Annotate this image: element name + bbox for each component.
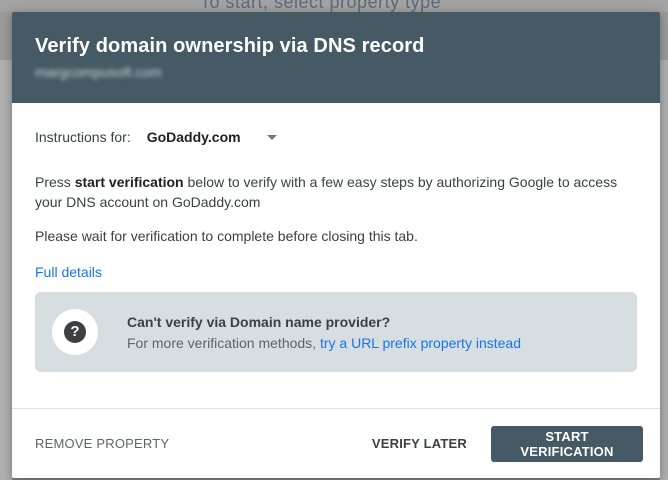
verify-dns-dialog: Verify domain ownership via DNS record m… bbox=[12, 12, 660, 478]
background-left-panel bbox=[0, 60, 12, 480]
help-icon-circle: ? bbox=[52, 309, 98, 355]
dialog-title: Verify domain ownership via DNS record bbox=[35, 35, 425, 57]
provider-selected-value: GoDaddy.com bbox=[146, 129, 241, 145]
instructions-row: Instructions for: GoDaddy.com bbox=[35, 127, 637, 147]
instructions-paragraph: Press start verification below to verify… bbox=[35, 172, 637, 212]
dialog-domain: margcompusoft.com bbox=[35, 64, 162, 80]
background-right-panel bbox=[660, 60, 668, 480]
start-verification-button[interactable]: START VERIFICATION bbox=[491, 425, 643, 462]
wait-paragraph: Please wait for verification to complete… bbox=[35, 228, 418, 244]
provider-dropdown[interactable]: GoDaddy.com bbox=[147, 129, 277, 145]
full-details-link[interactable]: Full details bbox=[35, 264, 102, 280]
alternative-method-callout: ? Can't verify via Domain name provider?… bbox=[35, 292, 637, 372]
callout-sub-prefix: For more verification methods, bbox=[127, 334, 320, 351]
footer-actions: VERIFY LATER START VERIFICATION bbox=[364, 425, 643, 462]
para1-bold: start verification bbox=[74, 174, 184, 190]
para1-prefix: Press bbox=[35, 174, 75, 190]
callout-title: Can't verify via Domain name provider? bbox=[127, 313, 391, 330]
instructions-label: Instructions for: bbox=[35, 129, 131, 145]
dialog-body: Instructions for: GoDaddy.com Press star… bbox=[12, 127, 660, 372]
url-prefix-link[interactable]: try a URL prefix property instead bbox=[320, 335, 521, 351]
callout-subtitle: For more verification methods, try a URL… bbox=[127, 333, 521, 353]
dialog-footer: REMOVE PROPERTY VERIFY LATER START VERIF… bbox=[12, 408, 660, 478]
remove-property-button[interactable]: REMOVE PROPERTY bbox=[35, 436, 169, 451]
callout-text: Can't verify via Domain name provider? F… bbox=[127, 312, 521, 353]
help-icon: ? bbox=[64, 321, 86, 343]
dialog-header: Verify domain ownership via DNS record m… bbox=[12, 12, 660, 103]
verify-later-button[interactable]: VERIFY LATER bbox=[364, 428, 475, 459]
chevron-down-icon bbox=[266, 134, 277, 140]
